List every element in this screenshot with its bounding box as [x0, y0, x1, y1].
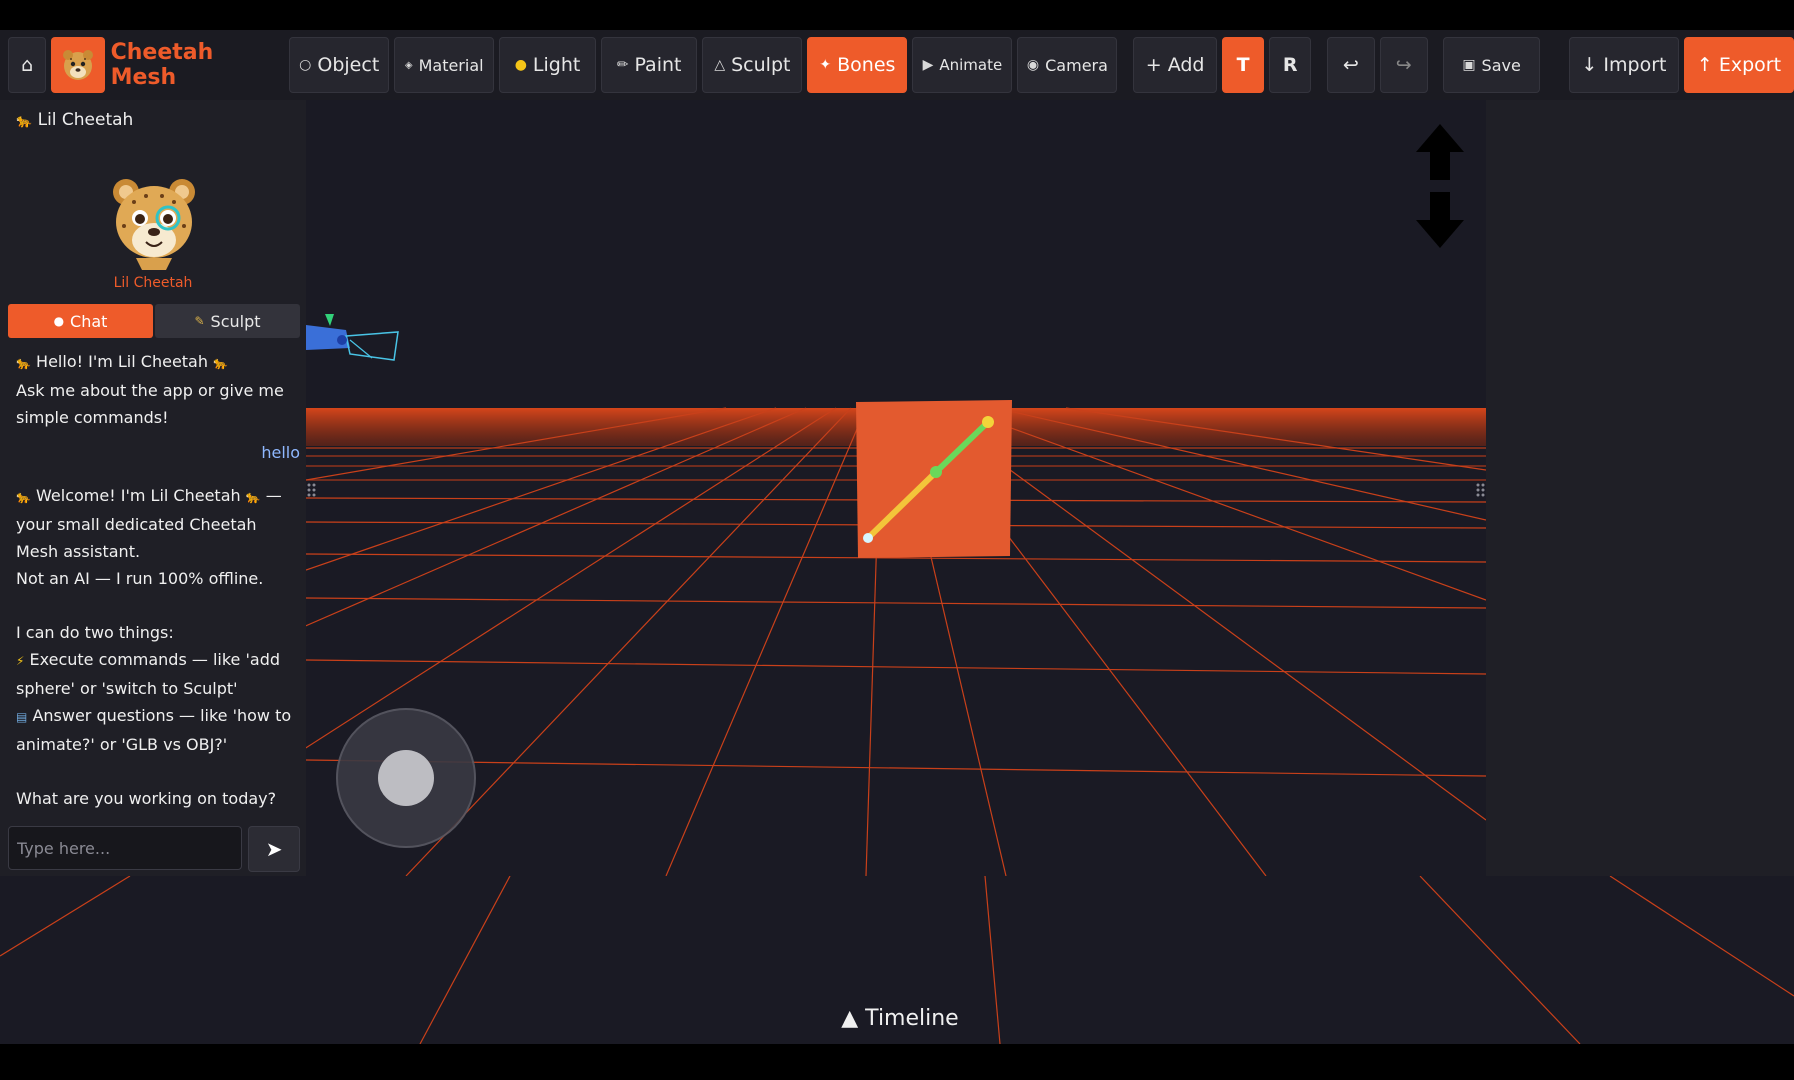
tab-sculpt-label: Sculpt — [210, 311, 261, 331]
lightning-icon: ⚡ — [16, 654, 25, 668]
send-button[interactable]: ➤ — [248, 826, 300, 872]
assistant-sidebar: 🐆 Lil Cheetah Lil Cheetah ● Chat ✎ Sculp… — [0, 100, 306, 876]
bones-icon: ✦ — [819, 57, 832, 73]
cheetah-icon: 🐆 — [16, 114, 33, 129]
avatar-name: Lil Cheetah — [113, 275, 193, 291]
sidebar-tabs: ● Chat ✎ Sculpt — [8, 304, 300, 338]
add-object-button[interactable]: + Add — [1133, 37, 1218, 93]
redo-icon: ↪ — [1395, 54, 1412, 76]
export-button[interactable]: ↑ Export — [1683, 37, 1794, 93]
save-label: Save — [1481, 55, 1521, 75]
viewport-scene — [306, 124, 1486, 876]
welcome-line-1: Welcome! I'm Lil Cheetah — [36, 486, 241, 505]
paint-mode-button[interactable]: ✏ Paint — [600, 37, 698, 93]
sidebar-header: 🐆 Lil Cheetah — [16, 110, 133, 130]
rotate-label: R — [1282, 54, 1298, 76]
welcome-line-4: Execute commands — like 'add sphere' or … — [16, 650, 280, 698]
cheetah-icon: 🐆 — [16, 490, 31, 504]
redo-button[interactable]: ↪ — [1379, 37, 1428, 93]
cheetah-icon: 🐆 — [213, 356, 229, 370]
user-message: hello — [261, 443, 300, 462]
home-icon: ⌂ — [21, 54, 34, 76]
left-resize-handle-icon[interactable] — [307, 483, 316, 497]
cube-mesh[interactable] — [856, 400, 1012, 558]
chat-bubble-icon: ● — [53, 314, 65, 328]
virtual-joystick[interactable] — [336, 708, 476, 848]
brand: Cheetah Mesh — [51, 37, 278, 93]
vertical-move-arrows-icon[interactable] — [1416, 124, 1464, 248]
tab-chat-label: Chat — [70, 311, 108, 331]
cheetah-avatar-icon — [113, 179, 195, 270]
save-icon: ▣ — [1462, 57, 1476, 73]
sculpt-brush-icon: ✎ — [194, 314, 205, 328]
bones-label: Bones — [837, 54, 896, 76]
app-title: Cheetah Mesh — [110, 40, 214, 90]
play-icon: ▶ — [922, 57, 934, 73]
timeline-toggle[interactable]: ▲ Timeline — [820, 1006, 980, 1031]
send-icon: ➤ — [265, 837, 283, 861]
welcome-line-5: Answer questions — like 'how to animate?… — [16, 706, 292, 754]
properties-panel — [1486, 100, 1794, 876]
rotate-tool-button[interactable]: R — [1269, 37, 1312, 93]
material-mode-button[interactable]: ◈ Material — [394, 37, 495, 93]
chat-input-row: ➤ — [8, 826, 300, 872]
camera-gizmo[interactable] — [306, 314, 399, 361]
bone-joint-root — [863, 533, 873, 543]
export-label: ↑ Export — [1696, 54, 1782, 76]
cheetah-icon: 🐆 — [16, 356, 31, 370]
books-icon: ▤ — [16, 710, 28, 724]
welcome-line-2: Not an AI — I run 100% offline. — [16, 569, 264, 588]
greeting-line-1: Hello! I'm Lil Cheetah — [36, 352, 208, 371]
camera-mode-button[interactable]: ◉ Camera — [1017, 37, 1118, 93]
light-label: Light — [532, 54, 581, 76]
bone-joint-tip — [982, 416, 994, 428]
animate-mode-button[interactable]: ▶ Animate — [912, 37, 1013, 93]
chat-input[interactable] — [8, 826, 243, 870]
cheetah-icon: 🐆 — [245, 490, 261, 504]
bone-joint-mid — [930, 466, 942, 478]
toolbar: ⌂ Cheetah Mesh ○ Object ◈ Material ● Lig… — [0, 30, 1794, 100]
light-bulb-icon: ● — [514, 57, 527, 73]
tab-sculpt[interactable]: ✎ Sculpt — [155, 304, 300, 338]
tab-chat[interactable]: ● Chat — [8, 304, 153, 338]
animate-label: Animate — [939, 56, 1003, 74]
avatar — [106, 170, 202, 274]
welcome-line-3: I can do two things: — [16, 623, 174, 642]
cheetah-logo-icon — [51, 37, 105, 93]
save-button[interactable]: ▣ Save — [1443, 37, 1540, 93]
object-mode-button[interactable]: ○ Object — [289, 37, 390, 93]
right-resize-handle-icon[interactable] — [1476, 483, 1485, 497]
paint-label: Paint — [634, 54, 682, 76]
sidebar-header-label: Lil Cheetah — [37, 110, 134, 130]
3d-viewport[interactable] — [306, 100, 1486, 876]
camera-label: Camera — [1045, 55, 1108, 75]
import-label: ↓ Import — [1581, 54, 1667, 76]
assistant-message: 🐆 Welcome! I'm Lil Cheetah 🐆 — your smal… — [16, 482, 300, 812]
bones-mode-button[interactable]: ✦ Bones — [807, 37, 908, 93]
translate-label: T — [1236, 54, 1250, 76]
object-icon: ○ — [299, 57, 312, 73]
translate-tool-button[interactable]: T — [1222, 37, 1265, 93]
chat-log: 🐆 Hello! I'm Lil Cheetah 🐆 Ask me about … — [16, 348, 300, 820]
paint-brush-icon: ✏ — [616, 57, 629, 73]
undo-button[interactable]: ↩ — [1326, 37, 1375, 93]
bottom-bar — [0, 1044, 1794, 1080]
object-label: Object — [317, 54, 380, 76]
light-mode-button[interactable]: ● Light — [499, 37, 596, 93]
greeting-line-2: Ask me about the app or give me simple c… — [16, 381, 284, 427]
assistant-message: 🐆 Hello! I'm Lil Cheetah 🐆 Ask me about … — [16, 348, 300, 431]
material-icon: ◈ — [404, 59, 413, 71]
welcome-line-6: What are you working on today? — [16, 789, 277, 808]
camera-icon: ◉ — [1026, 57, 1040, 73]
sculpt-icon: △ — [714, 57, 726, 73]
undo-icon: ↩ — [1342, 54, 1359, 76]
sculpt-mode-button[interactable]: △ Sculpt — [702, 37, 803, 93]
import-button[interactable]: ↓ Import — [1568, 37, 1679, 93]
sculpt-label: Sculpt — [731, 54, 791, 76]
add-label: + Add — [1145, 54, 1205, 76]
material-label: Material — [418, 55, 484, 75]
home-button[interactable]: ⌂ — [8, 37, 47, 93]
